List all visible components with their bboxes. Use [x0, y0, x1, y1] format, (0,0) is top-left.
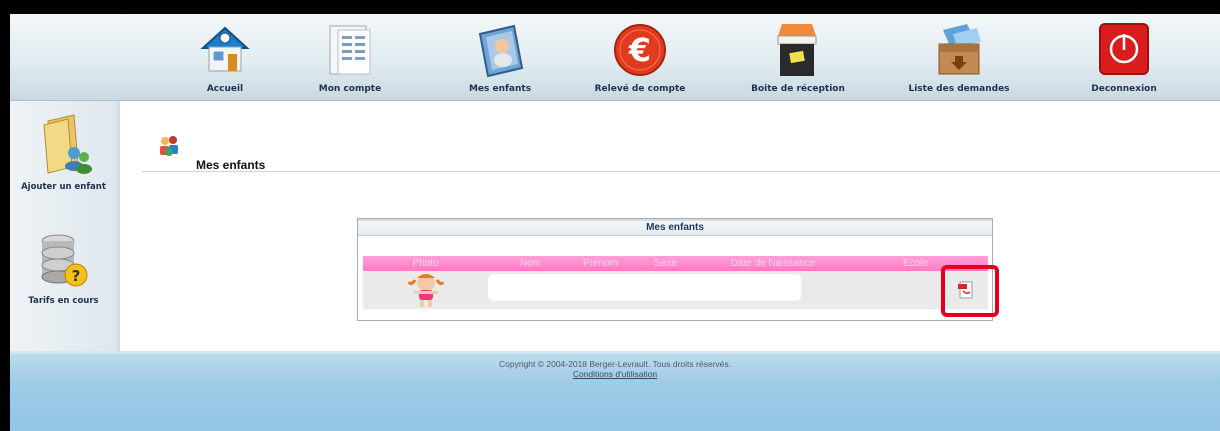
- nav-label: Accueil: [206, 84, 244, 94]
- children-group-icon: [160, 136, 178, 156]
- account-document-icon: [320, 20, 380, 80]
- child-avatar-icon: [407, 274, 445, 307]
- nav-item-mon-compte[interactable]: Mon compte: [295, 20, 405, 94]
- sidebar-item-label: Tarifs en cours: [28, 296, 99, 306]
- table-header: Photo Nom Prénom Sexe Date de Naissance …: [363, 256, 988, 271]
- nav-item-releve-de-compte[interactable]: € Relevé de compte: [585, 20, 695, 94]
- ecole-highlight-box: [941, 265, 999, 317]
- nav-item-boite-de-reception[interactable]: Boite de réception: [743, 20, 853, 94]
- sidebar-item-label: Ajouter un enfant: [21, 182, 106, 192]
- sidebar-item-tarifs-en-cours[interactable]: ? Tarifs en cours: [10, 231, 117, 306]
- nav-item-liste-des-demandes[interactable]: Liste des demandes: [904, 20, 1014, 94]
- table-row: [363, 271, 988, 309]
- copyright-text: Copyright © 2004-2018 Berger-Levrault. T…: [499, 359, 731, 369]
- column-header-photo: Photo: [412, 258, 439, 269]
- column-header-date-naissance: Date de Naissance: [730, 258, 816, 269]
- nav-item-accueil[interactable]: Accueil: [170, 20, 280, 94]
- power-icon: [1094, 20, 1154, 80]
- conditions-link[interactable]: Conditions d'utilisation: [10, 369, 1220, 379]
- main-content: Mes enfants Mes enfants Photo Nom Prénom…: [120, 101, 1220, 351]
- requests-box-icon: [929, 20, 989, 80]
- nav-item-deconnexion[interactable]: Deconnexion: [1069, 20, 1179, 94]
- add-child-folder-icon: [42, 114, 92, 174]
- nav-label: Relevé de compte: [594, 84, 686, 94]
- tariffs-database-icon: ?: [41, 234, 87, 287]
- sidebar-item-ajouter-un-enfant[interactable]: Ajouter un enfant: [10, 113, 117, 192]
- column-header-prenom: Prénom: [582, 258, 618, 269]
- children-photo-icon: [470, 20, 530, 80]
- nav-label: Liste des demandes: [908, 84, 1010, 94]
- app-window: Accueil Mon compte Mes enfants € Relevé …: [10, 14, 1220, 431]
- house-icon: [195, 20, 255, 80]
- nav-label: Deconnexion: [1091, 84, 1157, 94]
- euro-icon: €: [610, 20, 670, 80]
- page-header: Mes enfants: [142, 123, 1220, 172]
- column-header-sexe: Sexe: [654, 258, 677, 269]
- page-title: Mes enfants: [196, 158, 266, 172]
- column-header-nom: Nom: [519, 258, 542, 269]
- nav-label: Mes enfants: [468, 84, 532, 94]
- sidebar: Ajouter un enfant ? Tarifs en cours: [10, 101, 120, 351]
- inbox-icon: [768, 20, 828, 80]
- svg-text:?: ?: [71, 267, 80, 285]
- footer: Copyright © 2004-2018 Berger-Levrault. T…: [10, 351, 1220, 431]
- nav-label: Boite de réception: [751, 84, 845, 94]
- children-panel: Mes enfants Photo Nom Prénom Sexe Date d…: [357, 218, 999, 321]
- child-name-field: [488, 274, 801, 301]
- top-navigation: Accueil Mon compte Mes enfants € Relevé …: [10, 14, 1220, 101]
- panel-title: Mes enfants: [358, 219, 992, 236]
- nav-label: Mon compte: [318, 84, 382, 94]
- svg-text:€: €: [628, 31, 651, 69]
- nav-item-mes-enfants[interactable]: Mes enfants: [445, 20, 555, 94]
